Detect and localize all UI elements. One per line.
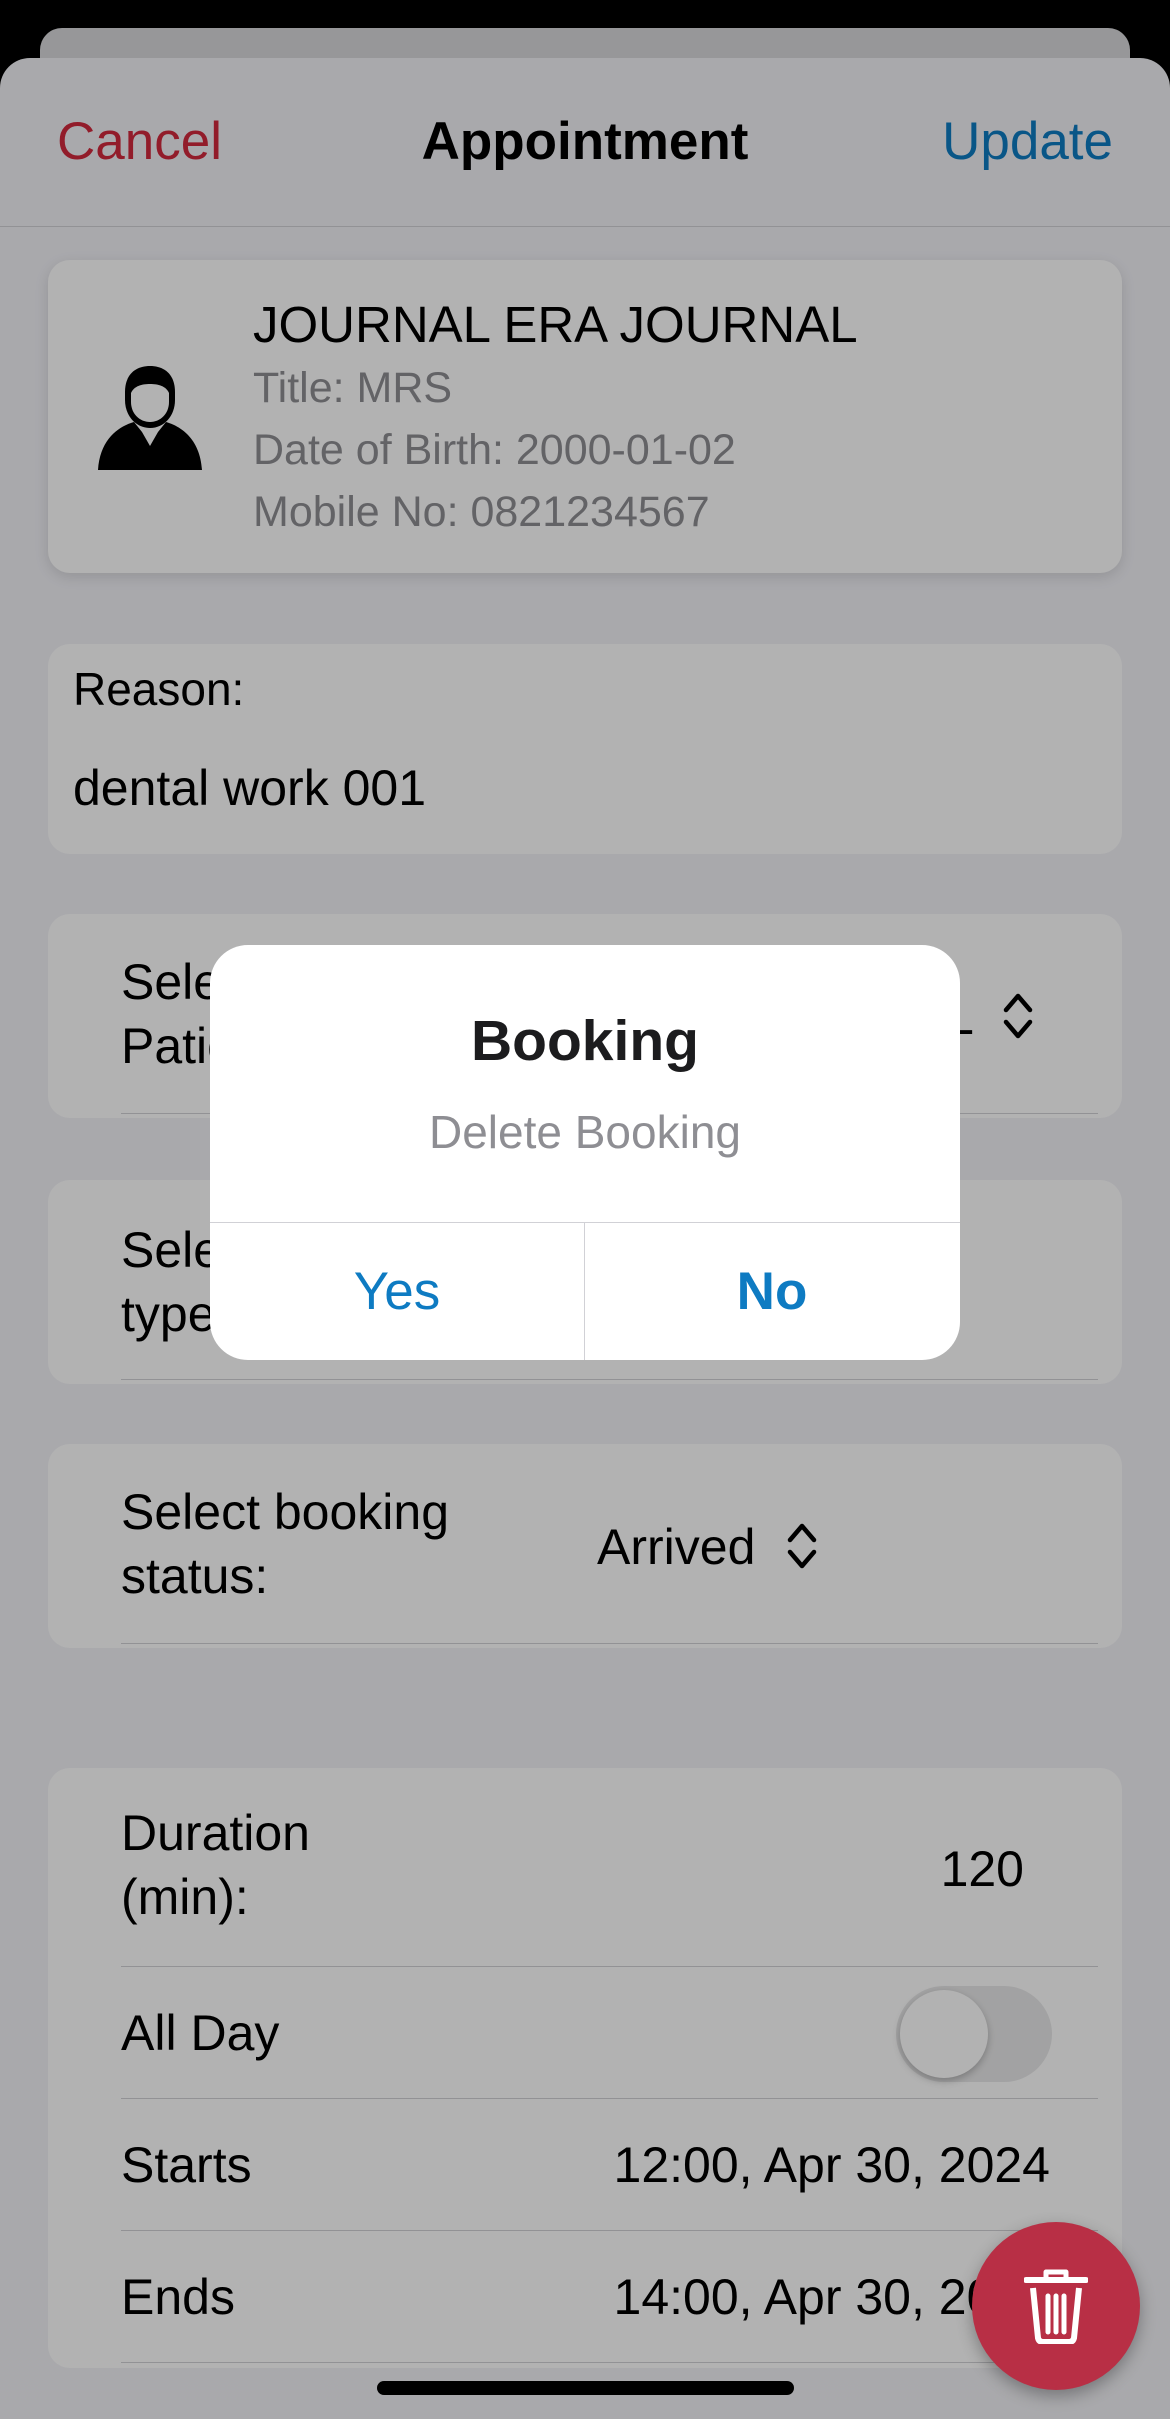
alert-title: Booking — [471, 1009, 699, 1073]
no-button[interactable]: No — [585, 1223, 959, 1360]
trash-icon — [1024, 2269, 1088, 2344]
alert-message: Delete Booking — [429, 1106, 741, 1158]
yes-button[interactable]: Yes — [210, 1223, 584, 1360]
delete-button[interactable] — [972, 2222, 1140, 2390]
home-indicator — [377, 2381, 794, 2395]
delete-booking-alert: Booking Delete Booking Yes No — [210, 945, 960, 1360]
